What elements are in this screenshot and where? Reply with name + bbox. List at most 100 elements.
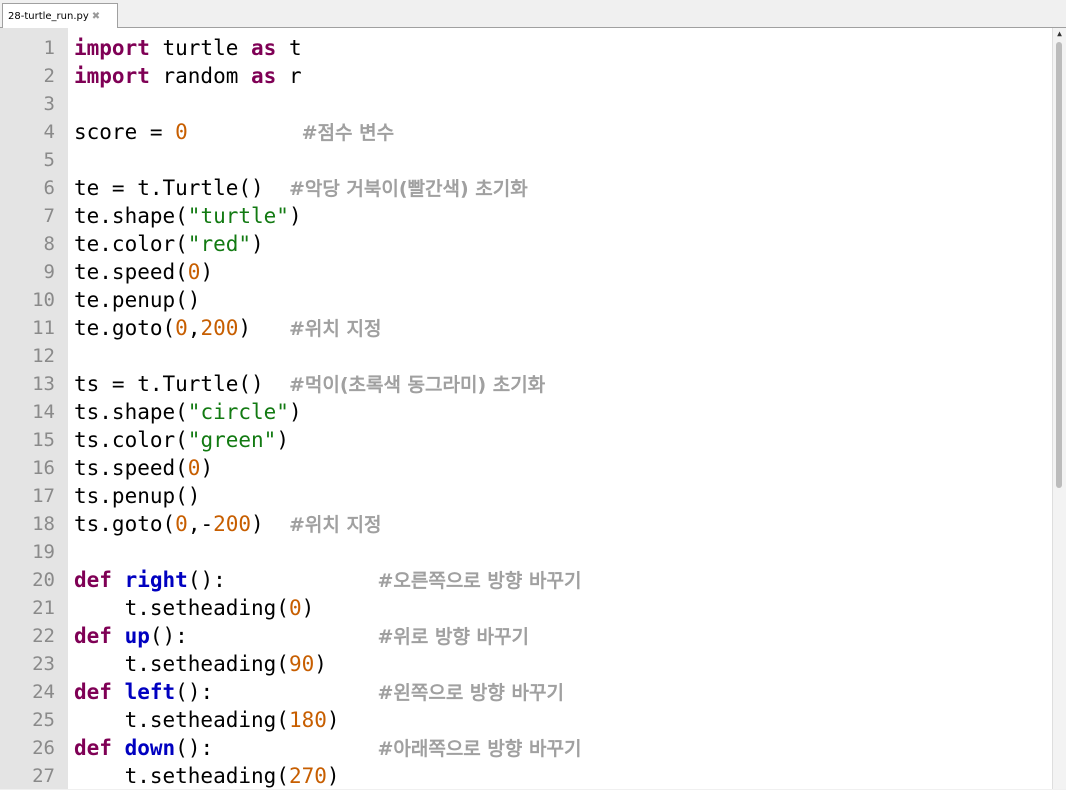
code-line[interactable]: 5: [0, 146, 1052, 174]
code-content: ts.penup(): [74, 482, 200, 510]
code-line[interactable]: 4 score = 0 #점수 변수: [0, 118, 1052, 146]
code-text: t: [276, 36, 302, 60]
comment: #위치 지정: [288, 318, 382, 340]
keyword: def: [74, 624, 112, 648]
code-text: ts = t.Turtle(): [74, 372, 289, 396]
code-content: te.speed(0): [74, 258, 213, 286]
code-text: t.setheading(: [74, 596, 289, 620]
code-content: score = 0 #점수 변수: [74, 118, 394, 147]
line-number: 7: [43, 205, 55, 227]
comment: #위로 방향 바꾸기: [377, 626, 529, 648]
code-editor[interactable]: 1 import turtle as t 2 import random as r 3 4…: [0, 28, 1066, 789]
line-number: 23: [32, 653, 55, 675]
code-text: t.setheading(: [74, 652, 289, 676]
code-line[interactable]: 21 t.setheading(0): [0, 594, 1052, 622]
code-line[interactable]: 18 ts.goto(0,-200) #위치 지정: [0, 510, 1052, 538]
tab-bar: 28-turtle_run.py ✖: [0, 0, 1066, 28]
code-line[interactable]: 22 def up(): #위로 방향 바꾸기: [0, 622, 1052, 650]
line-number: 22: [32, 625, 55, 647]
code-line[interactable]: 13 ts = t.Turtle() #먹이(초록색 동그라미) 초기화: [0, 370, 1052, 398]
code-text: ): [326, 708, 340, 732]
line-number: 16: [32, 457, 55, 479]
code-line[interactable]: 12: [0, 342, 1052, 370]
close-icon[interactable]: ✖: [92, 11, 100, 22]
line-number: 20: [32, 569, 55, 591]
keyword: as: [251, 36, 277, 60]
code-content: te.goto(0,200) #위치 지정: [74, 314, 381, 343]
comment: #먹이(초록색 동그라미) 초기화: [288, 374, 546, 396]
code-line[interactable]: 2 import random as r: [0, 62, 1052, 90]
code-line[interactable]: 25 t.setheading(180): [0, 706, 1052, 734]
code-line[interactable]: 3: [0, 90, 1052, 118]
keyword: import: [74, 64, 150, 88]
code-text: ): [301, 596, 315, 620]
code-line[interactable]: 7 te.shape("turtle"): [0, 202, 1052, 230]
code-text: te.shape(: [74, 204, 188, 228]
line-number: 18: [32, 513, 55, 535]
line-number: 11: [32, 317, 55, 339]
code-content: def down(): #아래쪽으로 방향 바꾸기: [74, 734, 581, 763]
line-number: 12: [32, 345, 55, 367]
comment: #아래쪽으로 방향 바꾸기: [377, 738, 582, 760]
line-number: 24: [32, 681, 55, 703]
string-literal: "red": [187, 232, 252, 256]
code-line[interactable]: 14 ts.shape("circle"): [0, 398, 1052, 426]
code-line[interactable]: 24 def left(): #왼쪽으로 방향 바꾸기: [0, 678, 1052, 706]
code-lines: 1 import turtle as t 2 import random as r 3 4…: [0, 34, 1052, 790]
tab-28-turtle-run[interactable]: 28-turtle_run.py ✖: [2, 3, 118, 28]
code-text: turtle: [149, 36, 252, 60]
code-text: ts.speed(: [74, 456, 188, 480]
function-name: up: [124, 624, 150, 648]
code-text: ): [251, 512, 289, 536]
code-content: ts.shape("circle"): [74, 398, 302, 426]
code-line[interactable]: 19: [0, 538, 1052, 566]
code-line[interactable]: 15 ts.color("green"): [0, 426, 1052, 454]
code-text: ): [276, 428, 289, 452]
code-text: ts.shape(: [74, 400, 188, 424]
comment: #점수 변수: [301, 122, 395, 144]
code-line[interactable]: 20 def right(): #오른쪽으로 방향 바꾸기: [0, 566, 1052, 594]
code-line[interactable]: 27 t.setheading(270): [0, 762, 1052, 790]
line-number: 15: [32, 429, 55, 451]
line-number: 3: [43, 93, 55, 115]
code-line[interactable]: 10 te.penup(): [0, 286, 1052, 314]
line-number: 9: [43, 261, 55, 283]
code-content: t.setheading(180): [74, 706, 340, 734]
line-number: 8: [43, 233, 55, 255]
scroll-up-arrow-icon[interactable]: ▲: [1053, 29, 1066, 39]
code-line[interactable]: 23 t.setheading(90): [0, 650, 1052, 678]
code-line[interactable]: 16 ts.speed(0): [0, 454, 1052, 482]
vertical-scrollbar[interactable]: ▲: [1052, 28, 1066, 789]
code-content: ts.color("green"): [74, 426, 289, 454]
code-line[interactable]: 26 def down(): #아래쪽으로 방향 바꾸기: [0, 734, 1052, 762]
scrollbar-thumb[interactable]: [1056, 42, 1062, 488]
keyword: def: [74, 680, 112, 704]
number-literal: 0: [175, 120, 188, 144]
number-literal: 200: [200, 316, 239, 340]
code-line[interactable]: 9 te.speed(0): [0, 258, 1052, 286]
code-content: def right(): #오른쪽으로 방향 바꾸기: [74, 566, 581, 595]
code-content: ts.goto(0,-200) #위치 지정: [74, 510, 381, 539]
code-text: ():: [187, 568, 378, 592]
number-literal: 200: [213, 512, 252, 536]
code-text: te = t.Turtle(): [74, 176, 289, 200]
code-line[interactable]: 6 te = t.Turtle() #악당 거북이(빨간색) 초기화: [0, 174, 1052, 202]
code-text: ): [200, 456, 214, 480]
line-number: 2: [43, 65, 55, 87]
line-number: 25: [32, 709, 55, 731]
code-line[interactable]: 8 te.color("red"): [0, 230, 1052, 258]
code-line[interactable]: 1 import turtle as t: [0, 34, 1052, 62]
line-number: 14: [32, 401, 55, 423]
code-content: def up(): #위로 방향 바꾸기: [74, 622, 529, 651]
code-line[interactable]: 17 ts.penup(): [0, 482, 1052, 510]
code-content: import turtle as t: [74, 34, 302, 62]
code-line[interactable]: 11 te.goto(0,200) #위치 지정: [0, 314, 1052, 342]
line-number: 5: [43, 149, 55, 171]
number-literal: 180: [288, 708, 327, 732]
line-number: 6: [43, 177, 55, 199]
code-content: t.setheading(270): [74, 762, 340, 790]
code-text: ): [288, 400, 302, 424]
keyword: as: [251, 64, 277, 88]
number-literal: 0: [175, 512, 188, 536]
